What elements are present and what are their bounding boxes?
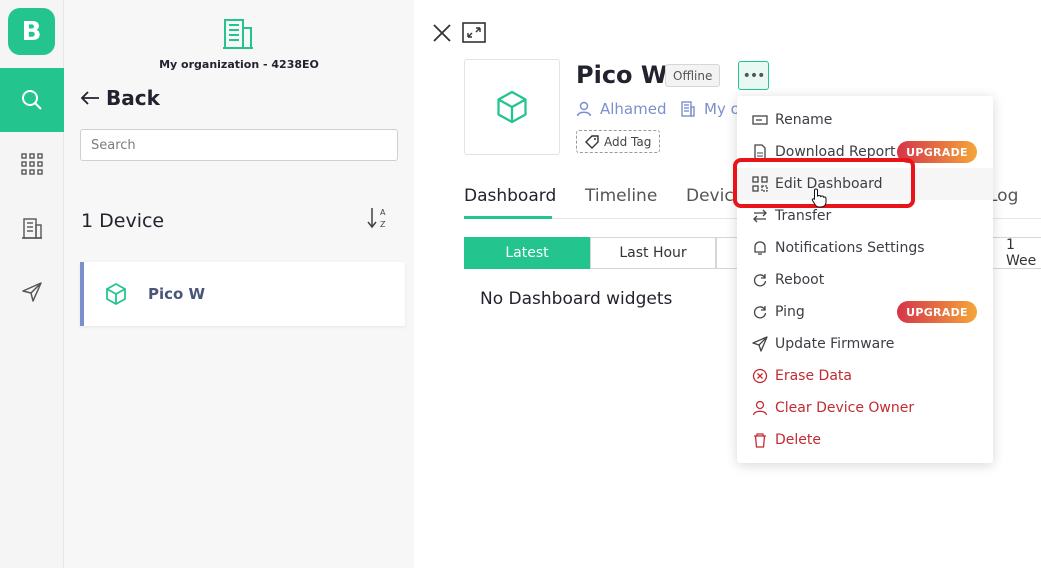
tab-device-info[interactable]: Devic [686, 186, 734, 206]
menu-item-delete[interactable]: Delete [737, 424, 993, 456]
menu-item-label: Clear Device Owner [775, 400, 915, 416]
menu-item-clear-device-owner[interactable]: Clear Device Owner [737, 392, 993, 424]
cube-icon [106, 283, 126, 305]
close-icon[interactable] [432, 23, 452, 43]
range-latest[interactable]: Latest [464, 237, 590, 269]
ping-icon [753, 306, 767, 319]
sort-az-icon[interactable]: A Z [367, 205, 391, 231]
device-list-item[interactable]: Pico W [80, 262, 405, 326]
menu-item-reboot[interactable]: Reboot [737, 264, 993, 296]
svg-text:Z: Z [380, 220, 386, 229]
rail-search[interactable] [0, 68, 64, 132]
user-icon [576, 101, 592, 117]
app-logo[interactable]: B [8, 8, 55, 55]
upgrade-badge[interactable]: UPGRADE [897, 301, 977, 323]
organization-icon [223, 19, 253, 49]
rail-organizations[interactable] [0, 196, 64, 260]
range-last-hour[interactable]: Last Hour [590, 237, 716, 269]
reboot-icon [753, 274, 767, 287]
rename-icon [752, 115, 768, 125]
menu-item-label: Erase Data [775, 368, 852, 384]
svg-text:A: A [380, 208, 386, 217]
tab-timeline[interactable]: Timeline [585, 186, 657, 206]
device-count: 1 Device [81, 210, 165, 232]
search-input[interactable] [80, 129, 398, 161]
more-actions-button[interactable]: ••• [738, 61, 769, 90]
menu-item-ping[interactable]: Ping UPGRADE [737, 296, 993, 328]
menu-item-label: Ping [775, 304, 805, 320]
tab-dashboard[interactable]: Dashboard [464, 186, 556, 206]
device-list-item-name: Pico W [148, 285, 206, 303]
menu-item-label: Transfer [775, 208, 832, 224]
menu-item-update-firmware[interactable]: Update Firmware [737, 328, 993, 360]
menu-item-label: Delete [775, 432, 821, 448]
user-icon [752, 400, 768, 416]
app-root: B My organization - 4238EO Back Search 1… [0, 0, 1041, 568]
menu-item-erase-data[interactable]: Erase Data [737, 360, 993, 392]
device-owner[interactable]: Alhamed [576, 100, 667, 118]
menu-item-label: Rename [775, 112, 833, 128]
menu-item-notifications-settings[interactable]: Notifications Settings [737, 232, 993, 264]
rail-devices[interactable] [0, 132, 64, 196]
device-list-panel: My organization - 4238EO Back 1 Device A… [64, 0, 414, 568]
grid-icon [21, 153, 43, 175]
device-organization[interactable]: My o [680, 100, 740, 118]
send-icon [22, 282, 42, 302]
status-badge: Offline [665, 64, 721, 87]
device-actions-menu: Rename Download Report UPGRADE Edit Dash… [737, 96, 993, 463]
transfer-icon [753, 209, 767, 223]
send-icon [752, 336, 768, 352]
bell-icon [754, 241, 766, 255]
hand-cursor-icon [811, 188, 827, 208]
active-tab-indicator [464, 216, 552, 219]
back-label: Back [106, 86, 160, 110]
menu-item-label: Reboot [775, 272, 825, 288]
building-icon [681, 101, 695, 117]
owner-name: Alhamed [600, 100, 667, 118]
tag-icon [585, 134, 599, 149]
menu-item-label: Update Firmware [775, 336, 895, 352]
menu-item-label: Notifications Settings [775, 240, 925, 256]
rail-messages[interactable] [0, 260, 64, 324]
cube-icon [497, 90, 527, 124]
expand-icon[interactable] [462, 22, 486, 44]
arrow-left-icon [80, 91, 99, 105]
trash-icon [754, 433, 766, 448]
building-icon [22, 218, 42, 239]
search-icon [22, 90, 42, 110]
add-tag-label: Add Tag [604, 134, 652, 149]
device-title: Pico W [576, 61, 668, 89]
organization-short: My o [704, 100, 740, 118]
time-range-selector: Latest Last Hour [464, 237, 756, 269]
empty-dashboard-message: No Dashboard widgets [480, 289, 673, 309]
add-tag-button[interactable]: Add Tag [576, 130, 661, 153]
device-thumbnail [464, 59, 560, 155]
erase-icon [752, 368, 768, 384]
range-1-week[interactable]: 1 Wee [989, 237, 1041, 269]
back-button[interactable]: Back [80, 86, 160, 110]
organization-name: My organization - 4238EO [159, 58, 319, 71]
icon-rail: B [0, 0, 64, 568]
menu-item-rename[interactable]: Rename [737, 104, 993, 136]
